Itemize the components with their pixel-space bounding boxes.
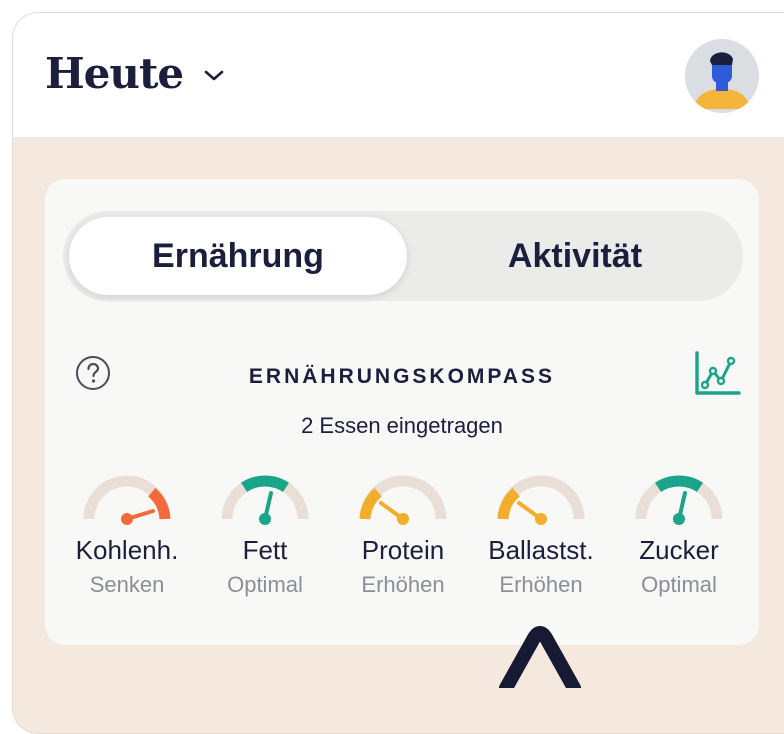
gauge-dial-icon xyxy=(359,475,447,525)
top-bar: Heute xyxy=(13,13,784,138)
gauge-fett[interactable]: Fett Optimal xyxy=(195,469,335,598)
gauge-status: Optimal xyxy=(227,572,303,597)
gauge-status: Erhöhen xyxy=(499,572,583,597)
gauge-label: Kohlenh. xyxy=(75,535,179,565)
gauge-dial-icon xyxy=(635,475,723,525)
gauge-label: Protein xyxy=(361,535,445,565)
tab-ernaehrung[interactable]: Ernährung xyxy=(69,217,407,295)
chevron-down-icon[interactable] xyxy=(203,69,225,83)
gauge-ballaststoffe[interactable]: Ballastst. Erhöhen xyxy=(471,469,611,598)
gauge-label: Fett xyxy=(242,535,288,565)
gauge-dial-icon xyxy=(497,475,585,525)
segmented-control: Ernährung Aktivität xyxy=(63,211,743,301)
gauge-status: Erhöhen xyxy=(361,572,445,597)
gauge-kohlenhydrate[interactable]: Kohlenh. Senken xyxy=(57,469,197,598)
chart-icon[interactable] xyxy=(693,349,741,397)
gauge-label: Ballastst. xyxy=(488,535,594,565)
gauge-protein[interactable]: Protein Erhöhen xyxy=(333,469,473,598)
user-avatar-icon xyxy=(685,39,759,113)
app-frame: Heute Ernährung Aktivität ERNÄHRUNGSKOMP… xyxy=(12,12,784,734)
gauge-status: Senken xyxy=(89,572,165,597)
gauge-label: Zucker xyxy=(639,535,719,565)
meals-logged-text: 2 Essen eingetragen xyxy=(301,413,503,438)
gauge-dial-icon xyxy=(83,475,171,525)
gauge-zucker[interactable]: Zucker Optimal xyxy=(609,469,749,598)
pointer-arrow-icon xyxy=(499,626,581,688)
avatar[interactable] xyxy=(685,39,759,113)
nutrition-card: Ernährung Aktivität ERNÄHRUNGSKOMPASS 2 … xyxy=(45,179,759,645)
tab-aktivitaet[interactable]: Aktivität xyxy=(407,217,743,295)
gauge-status: Optimal xyxy=(641,572,717,597)
gauge-dial-icon xyxy=(221,475,309,525)
page-title[interactable]: Heute xyxy=(45,49,184,98)
compass-title: ERNÄHRUNGSKOMPASS xyxy=(248,365,556,388)
